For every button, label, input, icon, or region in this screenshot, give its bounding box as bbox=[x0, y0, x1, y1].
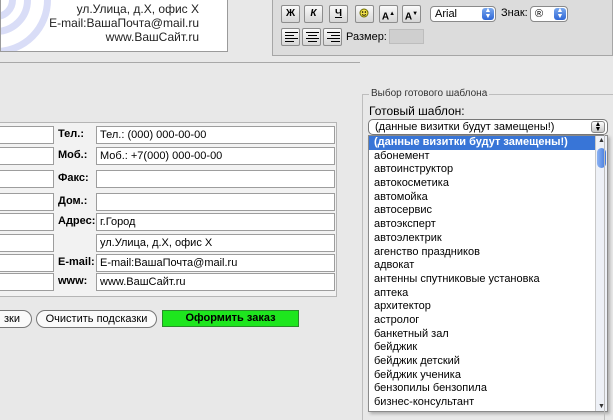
website-input[interactable]: www.ВашСайт.ru bbox=[96, 273, 335, 291]
left-field-3[interactable] bbox=[0, 170, 54, 188]
template-option[interactable]: банкетный зал bbox=[369, 328, 607, 342]
card-address-line: ул.Улица, д.Х, офис Х bbox=[76, 2, 199, 16]
template-dropdown-list[interactable]: (данные визитки будут замещены!) абонемен… bbox=[368, 135, 608, 412]
sign-select[interactable]: ® ▲ ▼ bbox=[530, 6, 568, 22]
select-arrows-icon: ▲ ▼ bbox=[591, 121, 605, 133]
align-left-icon bbox=[285, 32, 298, 43]
left-field-2[interactable] bbox=[0, 147, 54, 165]
mobile-input[interactable]: Моб.: +7(000) 000-00-00 bbox=[96, 147, 335, 165]
clear-hints-button[interactable]: Очистить подсказки bbox=[36, 310, 157, 328]
align-center-button[interactable] bbox=[302, 28, 321, 46]
left-field-4[interactable] bbox=[0, 193, 54, 211]
template-select[interactable]: (данные визитки будут замещены!) ▲ ▼ bbox=[368, 119, 608, 135]
home-phone-label: Дом.: bbox=[58, 195, 88, 207]
underline-button[interactable]: Ч bbox=[329, 5, 348, 23]
left-field-8[interactable] bbox=[0, 273, 54, 291]
template-option[interactable]: бензопилы бензопила bbox=[369, 382, 607, 396]
email-label: E-mail: bbox=[58, 256, 95, 268]
font-select[interactable]: Arial ▲ ▼ bbox=[430, 6, 496, 22]
template-option[interactable]: агенство праздников bbox=[369, 246, 607, 260]
hints-button[interactable]: зки bbox=[0, 310, 32, 328]
card-website-line: www.ВашСайт.ru bbox=[105, 30, 199, 44]
phone-input[interactable]: Тел.: (000) 000-00-00 bbox=[96, 126, 335, 144]
sun-shadow-icon bbox=[359, 8, 369, 18]
fax-input[interactable] bbox=[96, 170, 335, 188]
template-option[interactable]: автоэксперт bbox=[369, 218, 607, 232]
template-option[interactable]: абонемент bbox=[369, 150, 607, 164]
size-input[interactable] bbox=[389, 29, 424, 44]
home-phone-input[interactable] bbox=[96, 193, 335, 211]
template-option[interactable]: (данные визитки будут замещены!) bbox=[369, 136, 607, 150]
phone-label: Тел.: bbox=[58, 128, 84, 140]
order-button[interactable]: Оформить заказ bbox=[162, 310, 299, 327]
template-option[interactable]: антенны спутниковые установка bbox=[369, 273, 607, 287]
up-arrow-icon: ▲ bbox=[389, 11, 396, 17]
template-options: (данные визитки будут замещены!) абонемен… bbox=[369, 136, 607, 410]
align-right-button[interactable] bbox=[323, 28, 342, 46]
template-option[interactable]: астролог bbox=[369, 314, 607, 328]
address-city-input[interactable]: г.Город bbox=[96, 213, 335, 231]
template-option[interactable]: бизнес-консультант bbox=[369, 396, 607, 410]
template-option[interactable]: бейджик bbox=[369, 341, 607, 355]
font-grow-button[interactable]: A▲ bbox=[379, 5, 398, 23]
template-select-value: (данные визитки будут замещены!) bbox=[375, 121, 555, 133]
down-arrow-icon: ▼ bbox=[412, 11, 419, 17]
format-toolbar: Ж К Ч A▲ A▼ Arial ▲ ▼ Знак: ® ▲ ▼ Размер: bbox=[272, 0, 613, 56]
template-legend: Выбор готового шаблона bbox=[369, 88, 490, 99]
template-option[interactable]: автоинструктор bbox=[369, 163, 607, 177]
template-option[interactable]: автокосметика bbox=[369, 177, 607, 191]
template-option[interactable]: адвокат bbox=[369, 259, 607, 273]
mobile-label: Моб.: bbox=[58, 149, 88, 161]
left-field-5[interactable] bbox=[0, 213, 54, 231]
font-shrink-button[interactable]: A▼ bbox=[402, 5, 421, 23]
left-field-7[interactable] bbox=[0, 254, 54, 272]
address-street-input[interactable]: ул.Улица, д.Х, офис Х bbox=[96, 234, 335, 252]
template-option[interactable]: автомойка bbox=[369, 191, 607, 205]
template-option[interactable]: автосервис bbox=[369, 204, 607, 218]
bold-button[interactable]: Ж bbox=[281, 5, 300, 23]
shadow-button[interactable] bbox=[355, 5, 374, 23]
card-preview: ул.Улица, д.Х, офис Х E-mail:ВашаПочта@m… bbox=[0, 0, 228, 52]
font-select-value: Arial bbox=[435, 8, 458, 20]
website-label: www: bbox=[58, 275, 88, 287]
fax-label: Факс: bbox=[58, 172, 89, 184]
align-left-button[interactable] bbox=[281, 28, 300, 46]
template-option[interactable]: автоэлектрик bbox=[369, 232, 607, 246]
left-field-1[interactable] bbox=[0, 126, 54, 144]
email-input[interactable]: E-mail:ВашаПочта@mail.ru bbox=[96, 254, 335, 272]
select-arrows-icon: ▲ ▼ bbox=[482, 7, 494, 20]
template-option[interactable]: бейджик детский bbox=[369, 355, 607, 369]
left-field-6[interactable] bbox=[0, 234, 54, 252]
template-option[interactable]: бейджик ученика bbox=[369, 369, 607, 383]
card-email-line: E-mail:ВашаПочта@mail.ru bbox=[49, 16, 199, 30]
section-divider bbox=[0, 62, 360, 63]
template-label: Готовый шаблон: bbox=[369, 104, 465, 118]
size-label: Размер: bbox=[346, 31, 387, 43]
side-panel-edge bbox=[604, 135, 613, 420]
align-right-icon bbox=[327, 32, 340, 43]
align-center-icon bbox=[306, 32, 319, 43]
select-arrows-icon: ▲ ▼ bbox=[554, 7, 566, 20]
sign-select-value: ® bbox=[535, 8, 544, 20]
template-option[interactable]: архитектор bbox=[369, 300, 607, 314]
sign-label: Знак: bbox=[501, 7, 528, 19]
italic-button[interactable]: К bbox=[304, 5, 323, 23]
contact-form: Тел.: Тел.: (000) 000-00-00 Моб.: Моб.: … bbox=[0, 122, 337, 297]
address-label: Адрес: bbox=[58, 215, 96, 227]
template-option[interactable]: аптека bbox=[369, 287, 607, 301]
